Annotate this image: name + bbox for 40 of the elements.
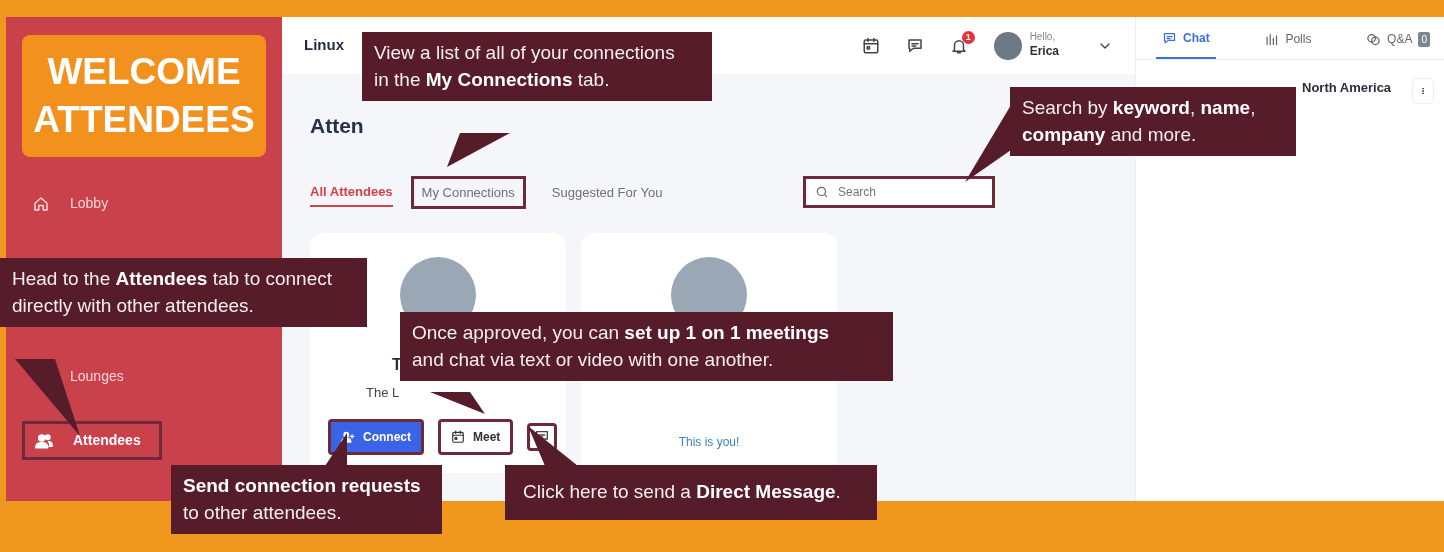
channel-name: North America [1302, 79, 1392, 97]
callout-pointer [430, 392, 485, 414]
callout-box: View a list of all of your connections in the My Connections tab. [362, 32, 712, 102]
callout-pointer [447, 133, 510, 167]
notification-badge: 1 [961, 30, 975, 44]
meet-button[interactable]: Meet [438, 419, 514, 455]
bar-chart-icon [1264, 31, 1280, 47]
callout-pointer [325, 433, 347, 466]
tab[interactable]: My Connections [410, 175, 526, 209]
search-field[interactable]: Search [803, 176, 995, 209]
callout-box: Once approved, you can set up 1 on 1 meetings and chat via text or video with one another. [400, 312, 893, 382]
count-badge: 0 [1418, 31, 1430, 47]
sidebar-item[interactable]: Attendees [22, 421, 162, 460]
event-title: Linux [304, 35, 344, 56]
sidebar-item[interactable]: Lobby [22, 187, 162, 220]
sidebar-item[interactable]: Lounges [22, 360, 162, 393]
chat-icon [905, 36, 924, 55]
user-name: Erica [1029, 43, 1059, 60]
search-icon [815, 185, 829, 200]
calendar-icon [451, 430, 465, 444]
page-heading: Atten [310, 113, 364, 139]
panel-tab[interactable]: Chat [1156, 17, 1216, 59]
home-icon [32, 194, 50, 213]
calendar-icon [861, 36, 880, 55]
attendee-company: The L [366, 384, 400, 402]
welcome-banner: WELCOME ATTENDEES [22, 35, 266, 157]
callout-box: Send connection requests to other attendees. [171, 465, 442, 535]
tab[interactable]: Suggested For You [551, 178, 663, 206]
user-avatar [993, 31, 1022, 60]
chat-icon [1162, 30, 1177, 46]
panel-tab[interactable]: Polls [1258, 17, 1318, 59]
connect-button[interactable]: Connect [328, 419, 424, 455]
tab[interactable]: All Attendees [310, 177, 393, 207]
panel-tab[interactable]: Q&A 0 [1360, 17, 1436, 59]
callout-pointer [528, 426, 578, 466]
people-icon [35, 431, 53, 450]
greeting-text: Hello, [1029, 31, 1057, 42]
callout-box: Head to the Attendees tab to connect directly with other attendees. [0, 258, 367, 328]
speech-bubbles-icon [1366, 31, 1382, 47]
self-note: This is you! [677, 434, 741, 451]
